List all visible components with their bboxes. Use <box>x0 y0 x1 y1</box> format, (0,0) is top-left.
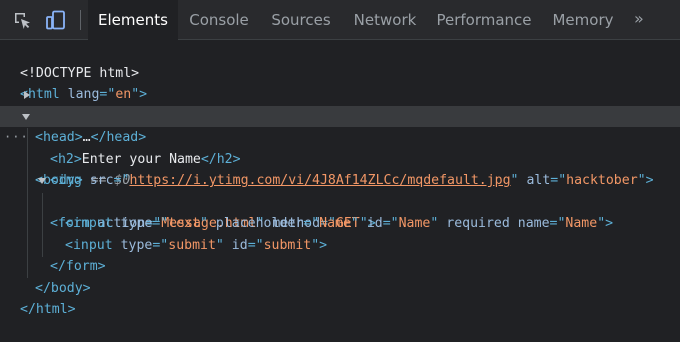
collapse-arrow-icon[interactable] <box>38 178 46 184</box>
more-tabs-button[interactable]: » <box>634 0 644 39</box>
collapse-arrow-icon[interactable] <box>22 113 30 120</box>
dom-node-form-close[interactable]: </form> <box>0 235 680 274</box>
dom-node-html-close[interactable]: </html> <box>0 278 680 317</box>
tab-performance[interactable]: Performance <box>428 0 540 39</box>
dom-node-input-submit[interactable]: <input type="submit" id="submit"> <box>0 213 680 253</box>
tab-console[interactable]: Console <box>178 0 260 39</box>
devtools-toolbar: Elements Console Sources Network Perform… <box>0 0 680 40</box>
dom-node-doctype[interactable]: <!DOCTYPE html> <box>0 41 680 81</box>
dom-node-form[interactable]: <form action="Message.html" method="GET"… <box>0 170 680 231</box>
dom-node-input-text[interactable]: <input type="text" placeholder="Name" id… <box>0 192 680 231</box>
html-close-tag: </html> <box>20 302 76 317</box>
dom-node-body-selected[interactable]: ··· <body> == $0 <box>0 105 680 188</box>
dom-node-head[interactable]: <head>…</head> <box>0 84 680 145</box>
dom-node-h2[interactable]: <h2>Enter your Name</h2> <box>0 127 680 167</box>
dom-node-html[interactable]: <html lang="en"> <box>0 63 680 102</box>
tab-sources[interactable]: Sources <box>260 0 342 39</box>
dom-node-body-close[interactable]: </body> <box>0 256 680 296</box>
toolbar-separator <box>80 10 81 30</box>
device-toolbar-icon[interactable] <box>44 9 68 31</box>
tab-network[interactable]: Network <box>342 0 428 39</box>
dom-tree: <!DOCTYPE html> <html lang="en"> <head>…… <box>0 41 680 342</box>
tab-memory[interactable]: Memory <box>540 0 626 39</box>
inspect-element-icon[interactable] <box>10 9 34 31</box>
expand-arrow-icon[interactable] <box>24 90 30 99</box>
dom-node-img[interactable]: <img src="https://i.ytimg.com/vi/4J8Af14… <box>0 149 680 188</box>
tab-elements[interactable]: Elements <box>88 0 178 40</box>
